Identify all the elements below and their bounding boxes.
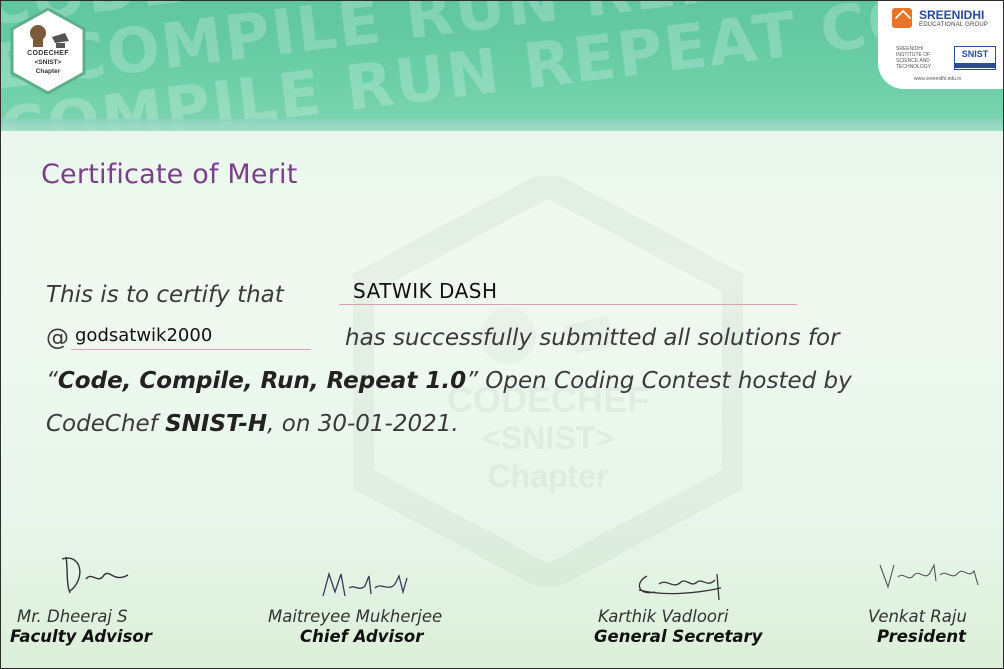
signatory-name-3: Karthik Vadloori: [598, 607, 729, 626]
badge-line-1: CODECHEF: [27, 50, 69, 57]
signature-maitreyee: [322, 571, 408, 597]
watermark-line-3: Chapter: [487, 458, 609, 494]
snist-badge-bar: [954, 63, 996, 68]
banner-wave-edge: [1, 119, 1003, 131]
submitted-text: has successfully submitted all solutions…: [345, 325, 840, 351]
contest-line: “Code, Compile, Run, Repeat 1.0” Open Co…: [46, 368, 852, 394]
signature-karthik: [638, 573, 722, 601]
institution-logo-block: SREENIDHI EDUCATIONAL GROUP SREENIDHI IN…: [878, 1, 1003, 89]
signatory-role-4: President: [877, 627, 967, 646]
contest-suffix: ” Open Coding Contest hosted by: [466, 368, 852, 394]
institution-url: www.sreenidhi.edu.in: [914, 76, 962, 82]
institute-full-name: SREENIDHI INSTITUTE OF SCIENCE AND TECHN…: [896, 46, 932, 70]
signatory-role-2: Chief Advisor: [300, 627, 424, 646]
host-chapter: SNIST-H: [165, 411, 268, 437]
handle-underline: [71, 349, 311, 350]
watermark-text: CODECHEF <SNIST> Chapter: [353, 381, 743, 495]
sreenidhi-logo-icon: [892, 8, 912, 28]
certificate-title: Certificate of Merit: [41, 159, 298, 190]
badge-line-3: Chapter: [35, 68, 61, 75]
signature-dheeraj: [61, 556, 129, 594]
badge-line-2: <SNIST>: [34, 59, 62, 66]
contest-date: , on 30-01-2021.: [267, 411, 459, 437]
signature-venkat: [879, 563, 979, 589]
signatory-name-4: Venkat Raju: [868, 607, 967, 626]
host-prefix: CodeChef: [46, 411, 166, 437]
signatory-name-1: Mr. Dheeraj S: [17, 607, 128, 626]
signatory-role-3: General Secretary: [594, 627, 763, 646]
signatory-role-1: Faculty Advisor: [10, 627, 152, 646]
certificate: CODE COMPILE RUN REPEAT CODE E COMPILE R…: [0, 0, 1004, 669]
contest-name: Code, Compile, Run, Repeat 1.0: [57, 368, 467, 394]
recipient-handle: godsatwik2000: [75, 325, 213, 346]
institution-group: EDUCATIONAL GROUP: [919, 22, 989, 28]
signatory-name-2: Maitreyee Mukherjee: [268, 607, 443, 626]
header-banner: CODE COMPILE RUN REPEAT CODE E COMPILE R…: [1, 1, 1003, 131]
at-sign: @: [46, 325, 69, 351]
recipient-name: SATWIK DASH: [353, 279, 498, 303]
recipient-name-underline: [339, 304, 797, 305]
open-quote: “: [46, 368, 58, 394]
certify-text: This is to certify that: [46, 282, 284, 308]
host-line: CodeChef SNIST-H, on 30-01-2021.: [46, 411, 459, 437]
institution-name: SREENIDHI: [919, 8, 985, 22]
codechef-badge-text: CODECHEF <SNIST> Chapter: [9, 49, 87, 76]
banner-background-words: CODE COMPILE RUN REPEAT CODE E COMPILE R…: [1, 1, 1003, 131]
